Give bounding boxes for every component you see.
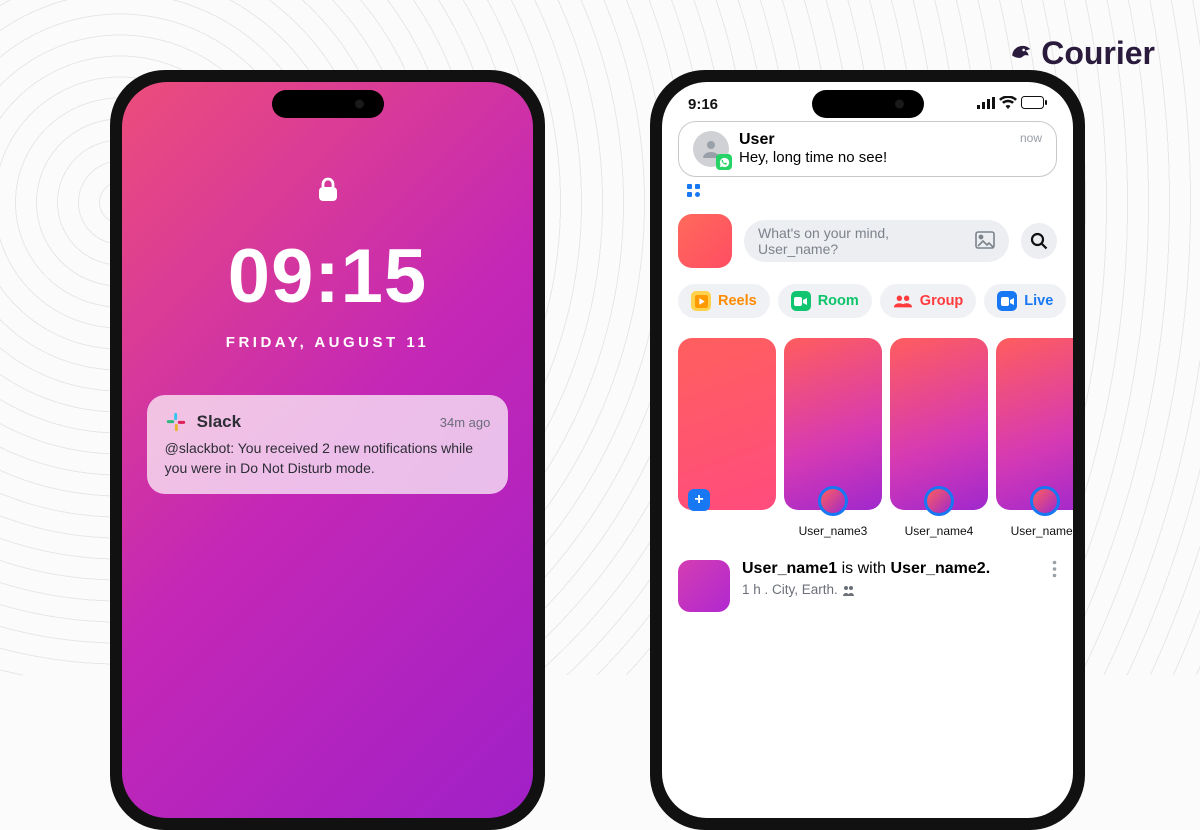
room-label: Room	[818, 293, 859, 309]
live-icon	[997, 291, 1017, 311]
status-time: 9:16	[688, 96, 718, 113]
group-label: Group	[920, 293, 964, 309]
courier-bird-icon	[1009, 41, 1035, 67]
brand-logo: Courier	[1009, 35, 1155, 72]
story-label: User_name5	[996, 524, 1073, 538]
app-switcher-icon[interactable]	[686, 183, 1057, 204]
avatar	[693, 131, 729, 167]
post-header: User_name1 is with User_name2.	[742, 560, 990, 578]
signal-icon	[977, 96, 995, 113]
notification-time: 34m ago	[440, 415, 491, 430]
slack-icon	[165, 411, 187, 433]
phone-notch	[272, 90, 384, 118]
story-avatar	[1030, 486, 1060, 516]
story-avatar	[818, 486, 848, 516]
lockscreen[interactable]: 09:15 FRIDAY, AUGUST 11 Slack 34m ago @s…	[122, 82, 533, 818]
feed-phone: 9:16 User Hey, long time no see!	[650, 70, 1085, 830]
phone-notch	[812, 90, 924, 118]
message-text: Hey, long time no see!	[739, 149, 1010, 166]
more-icon[interactable]	[1052, 560, 1057, 583]
lock-icon	[317, 176, 339, 209]
story-create[interactable]: +	[678, 338, 776, 510]
lockscreen-notification[interactable]: Slack 34m ago @slackbot: You received 2 …	[147, 395, 509, 494]
message-sender: User	[739, 131, 1010, 149]
wifi-icon	[999, 96, 1017, 113]
room-icon	[791, 291, 811, 311]
battery-icon	[1021, 96, 1047, 113]
lockscreen-phone: 09:15 FRIDAY, AUGUST 11 Slack 34m ago @s…	[110, 70, 545, 830]
brand-text: Courier	[1041, 35, 1155, 72]
story-item[interactable]: User_name4	[890, 338, 988, 510]
message-banner[interactable]: User Hey, long time no see! now	[678, 121, 1057, 177]
composer-input[interactable]: What's on your mind, User_name?	[744, 220, 1009, 262]
plus-icon: +	[688, 489, 710, 511]
reels-icon	[691, 291, 711, 311]
story-item[interactable]: User_name3	[784, 338, 882, 510]
post-avatar[interactable]	[678, 560, 730, 612]
message-time: now	[1020, 131, 1042, 145]
group-tab[interactable]: Group	[880, 284, 977, 318]
composer-placeholder: What's on your mind, User_name?	[758, 225, 967, 257]
live-label: Live	[1024, 293, 1053, 309]
lockscreen-time: 09:15	[228, 233, 427, 320]
reels-tab[interactable]: Reels	[678, 284, 770, 318]
story-item[interactable]: User_name5	[996, 338, 1073, 510]
live-tab[interactable]: Live	[984, 284, 1066, 318]
image-icon[interactable]	[975, 231, 995, 252]
story-label: User_name4	[890, 524, 988, 538]
search-button[interactable]	[1021, 223, 1057, 259]
feed-post[interactable]: User_name1 is with User_name2. 1 h . Cit…	[678, 560, 1057, 612]
reels-label: Reels	[718, 293, 757, 309]
story-avatar	[924, 486, 954, 516]
notification-message: @slackbot: You received 2 new notificati…	[165, 439, 491, 478]
notification-app: Slack	[197, 412, 241, 432]
room-tab[interactable]: Room	[778, 284, 872, 318]
post-meta: 1 h . City, Earth.	[742, 582, 990, 597]
story-label: User_name3	[784, 524, 882, 538]
lockscreen-date: FRIDAY, AUGUST 11	[226, 334, 429, 351]
whatsapp-icon	[716, 154, 732, 170]
user-avatar[interactable]	[678, 214, 732, 268]
group-icon	[893, 291, 913, 311]
